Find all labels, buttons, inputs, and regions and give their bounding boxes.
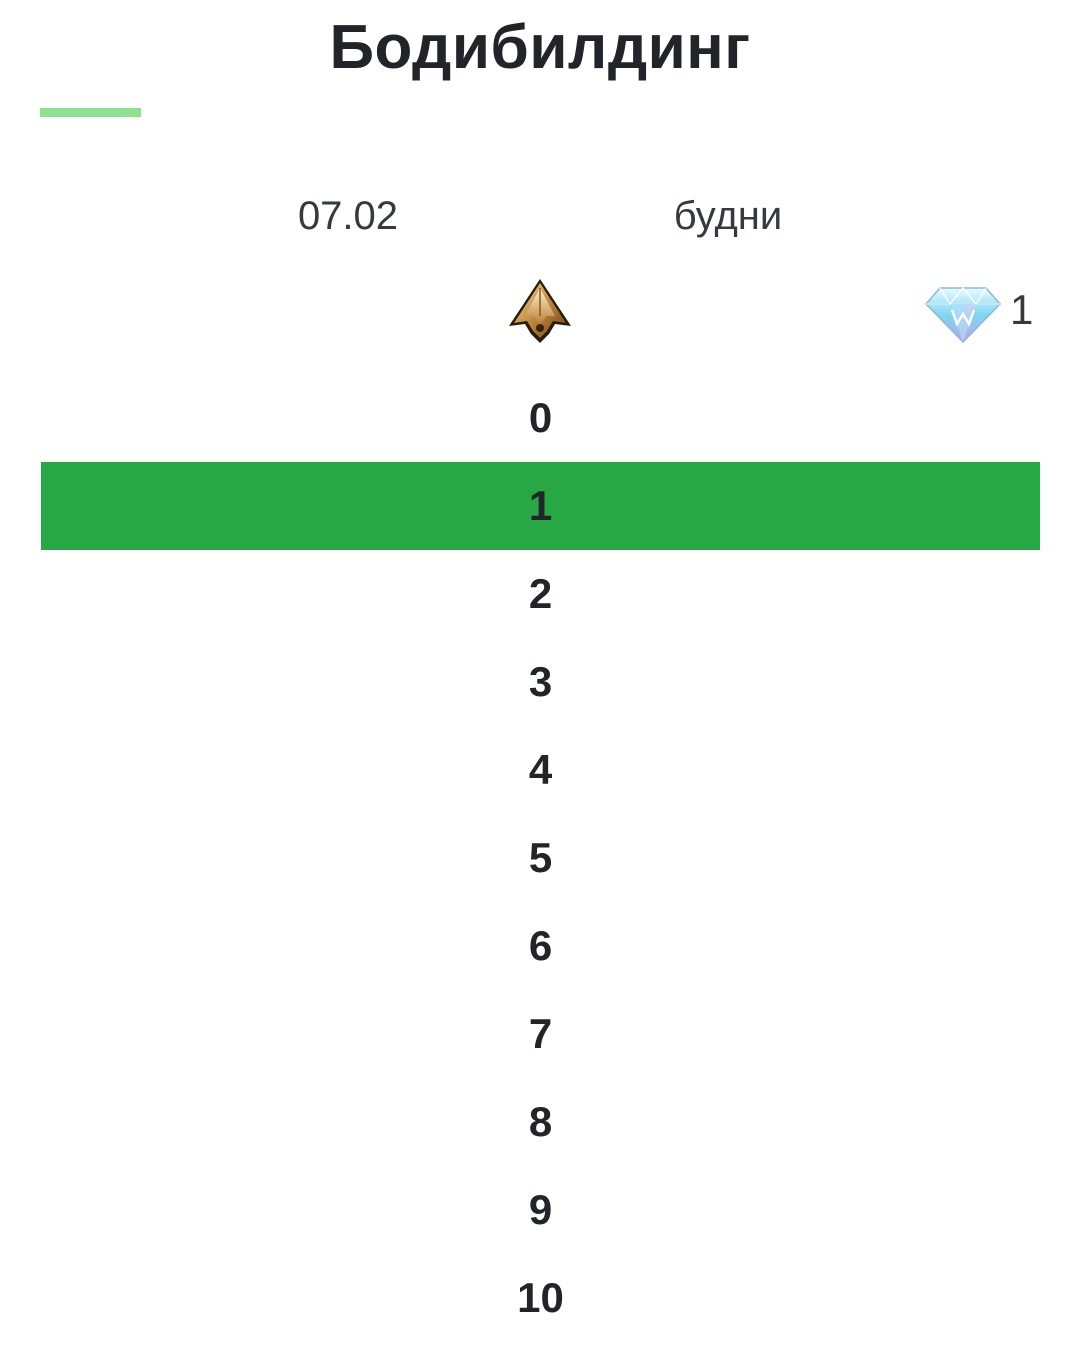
level-row[interactable]: 8 xyxy=(41,1078,1040,1166)
date-label: 07.02 xyxy=(297,194,399,238)
level-row[interactable]: 7 xyxy=(41,990,1040,1078)
level-row[interactable]: 0 xyxy=(41,374,1040,462)
level-row[interactable]: 5 xyxy=(41,814,1040,902)
gem-count: 1 xyxy=(1010,286,1034,333)
bronze-rank-icon xyxy=(505,276,575,346)
schedule-label: будни xyxy=(673,194,783,238)
level-row[interactable]: 10 xyxy=(41,1254,1040,1342)
level-row[interactable]: 9 xyxy=(41,1166,1040,1254)
page-title: Бодибилдинг xyxy=(329,13,751,82)
title-underline xyxy=(40,108,141,117)
level-list: 0 1 2 3 4 5 6 7 8 9 10 xyxy=(41,374,1040,1342)
level-row[interactable]: 4 xyxy=(41,726,1040,814)
level-row[interactable]: 6 xyxy=(41,902,1040,990)
level-row[interactable]: 3 xyxy=(41,638,1040,726)
level-row-selected[interactable]: 1 xyxy=(41,462,1040,550)
diamond-icon xyxy=(924,284,1002,344)
level-row[interactable]: 2 xyxy=(41,550,1040,638)
